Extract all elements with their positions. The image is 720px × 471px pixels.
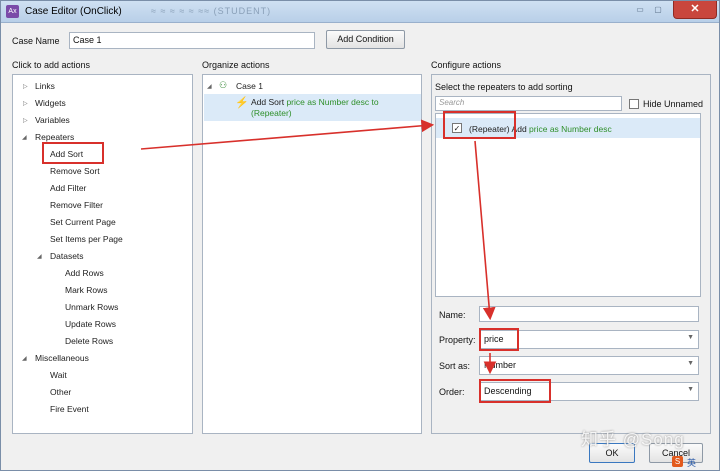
arrow-add-sort-to-repeater <box>140 119 435 150</box>
case-editor-window: Ax Case Editor (OnClick) ≈ ≈ ≈ ≈ ≈ ≈≈ (S… <box>0 0 720 471</box>
arrow-repeater-to-property <box>474 140 496 321</box>
annotation-arrows <box>140 119 497 375</box>
